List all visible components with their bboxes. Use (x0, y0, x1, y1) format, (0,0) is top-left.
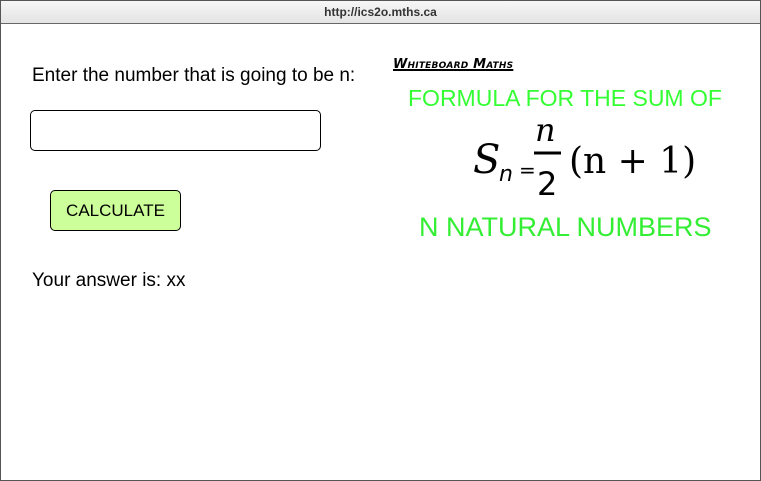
url-title: http://ics2o.mths.ca (1, 1, 760, 24)
formula-numerator: n (535, 113, 556, 149)
n-input[interactable] (30, 110, 321, 151)
formula-denominator: 2 (537, 165, 557, 203)
calculate-button[interactable]: CALCULATE (50, 190, 181, 231)
formula-subscript: n (499, 162, 513, 187)
formula-s: S (473, 137, 500, 183)
n-prompt-label: Enter the number that is going to be n: (32, 65, 356, 86)
formula-caption-top: FORMULA FOR THE SUM OF (408, 85, 722, 111)
formula-image: Whiteboard Maths FORMULA FOR THE SUM OF … (391, 55, 751, 245)
formula-equals: = (519, 158, 536, 182)
formula-paren-expression: (n + 1) (569, 141, 696, 182)
whiteboard-maths-logo: Whiteboard Maths (393, 57, 514, 72)
answer-text: Your answer is: xx (32, 270, 186, 291)
sum-formula: S n = n 2 (n + 1) (473, 113, 696, 203)
formula-caption-bottom: N NATURAL NUMBERS (419, 212, 712, 242)
browser-window: http://ics2o.mths.ca Enter the number th… (0, 0, 761, 481)
